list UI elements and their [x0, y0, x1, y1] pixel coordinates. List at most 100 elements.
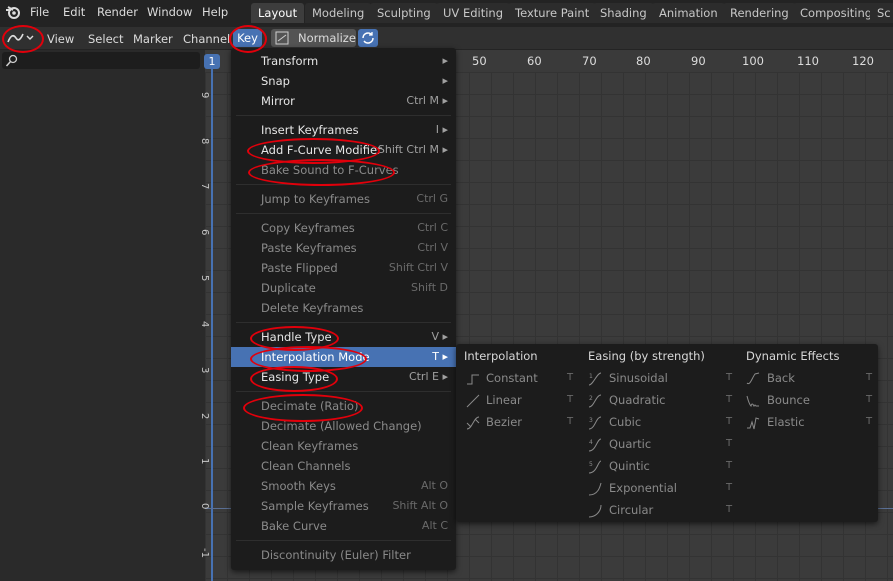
normalize-toggle[interactable]: Normalize: [271, 29, 356, 47]
current-frame-badge[interactable]: 1: [204, 54, 220, 69]
menu-item-copy-keyframes[interactable]: Copy Keyframes Ctrl C: [231, 218, 456, 238]
menu-item-bake-curve[interactable]: Bake Curve Alt C: [231, 516, 456, 536]
submenu-item-cubic[interactable]: Cubic: [609, 415, 641, 429]
linear-icon: [466, 394, 480, 408]
tab-rendering[interactable]: Rendering: [723, 3, 796, 23]
submenu-item-circular[interactable]: Circular: [609, 503, 653, 517]
tab-texture-paint[interactable]: Texture Paint: [508, 3, 597, 23]
menu-item-smooth-keys[interactable]: Smooth Keys Alt O: [231, 476, 456, 496]
submenu-item-sinusoidal[interactable]: Sinusoidal: [609, 371, 668, 385]
menu-item-decimate-allowed-change[interactable]: Decimate (Allowed Change): [231, 416, 456, 436]
menu-separator: [236, 213, 451, 214]
y-label-6: 6: [199, 229, 210, 236]
menu-item-duplicate[interactable]: Duplicate Shift D: [231, 278, 456, 298]
frame-label-120: 120: [852, 54, 874, 68]
menu-separator: [236, 115, 451, 116]
y-label-8: 8: [199, 138, 210, 145]
tab-sculpting[interactable]: Sculpting: [370, 3, 438, 23]
menu-edit[interactable]: Edit: [63, 4, 85, 20]
shortcut-hint: T: [866, 416, 873, 427]
tab-animation[interactable]: Animation: [652, 3, 725, 23]
quadratic-icon: 2: [588, 394, 602, 408]
menu-help[interactable]: Help: [202, 4, 228, 20]
annotation-circle-bake-sound: [248, 159, 395, 186]
menu-window[interactable]: Window: [147, 4, 192, 20]
menu-file[interactable]: File: [30, 4, 49, 20]
menu-select[interactable]: Select: [88, 31, 123, 47]
annotation-circle-key-menu: [229, 25, 267, 53]
submenu-item-back[interactable]: Back: [767, 371, 795, 385]
submenu-item-elastic[interactable]: Elastic: [767, 415, 805, 429]
submenu-item-exponential[interactable]: Exponential: [609, 481, 677, 495]
shortcut-hint: T: [726, 460, 733, 471]
frame-label-100: 100: [742, 54, 764, 68]
menu-item-discontinuity-filter[interactable]: Discontinuity (Euler) Filter: [231, 545, 456, 565]
submenu-item-quartic[interactable]: Quartic: [609, 437, 651, 451]
submenu-item-linear[interactable]: Linear: [486, 393, 522, 407]
frame-label-70: 70: [582, 54, 597, 68]
menu-item-clean-channels[interactable]: Clean Channels: [231, 456, 456, 476]
menu-item-sample-keyframes[interactable]: Sample Keyframes Shift Alt O: [231, 496, 456, 516]
blender-logo-icon[interactable]: [5, 4, 21, 20]
menu-marker[interactable]: Marker: [133, 31, 173, 47]
shortcut-hint: T: [726, 416, 733, 427]
y-label-5: 5: [199, 275, 210, 282]
channel-search-input[interactable]: [2, 52, 200, 69]
menu-render[interactable]: Render: [97, 4, 138, 20]
auto-normalize-button[interactable]: [358, 29, 378, 47]
search-icon: [5, 54, 18, 67]
y-label-1: 1: [199, 458, 210, 465]
normalize-label: Normalize: [298, 31, 356, 45]
quintic-icon: 5: [588, 460, 602, 474]
shortcut-hint: T: [726, 372, 733, 383]
shortcut-hint: T: [567, 416, 574, 427]
svg-text:1: 1: [589, 373, 593, 380]
menu-item-clean-keyframes[interactable]: Clean Keyframes: [231, 436, 456, 456]
tab-shading[interactable]: Shading: [593, 3, 654, 23]
refresh-icon: [362, 32, 374, 44]
tab-compositing[interactable]: Compositing: [793, 3, 880, 23]
shortcut-hint: T: [726, 482, 733, 493]
tab-uv-editing[interactable]: UV Editing: [436, 3, 510, 23]
menu-item-paste-keyframes[interactable]: Paste Keyframes Ctrl V: [231, 238, 456, 258]
submenu-header-interpolation: Interpolation: [464, 349, 538, 363]
normalize-icon: [275, 31, 289, 45]
y-label-0: 0: [199, 503, 210, 510]
submenu-header-dynamic: Dynamic Effects: [746, 349, 840, 363]
back-icon: [746, 372, 760, 385]
menu-separator: [236, 391, 451, 392]
shortcut-hint: T: [866, 372, 873, 383]
menu-item-jump-to-keyframes[interactable]: Jump to Keyframes Ctrl G: [231, 189, 456, 209]
submenu-item-quintic[interactable]: Quintic: [609, 459, 650, 473]
submenu-item-bezier[interactable]: Bezier: [486, 415, 522, 429]
frame-label-80: 80: [636, 54, 651, 68]
tab-layout[interactable]: Layout: [251, 3, 305, 23]
submenu-item-quadratic[interactable]: Quadratic: [609, 393, 666, 407]
sinusoidal-icon: 1: [588, 372, 602, 386]
submenu-item-bounce[interactable]: Bounce: [767, 393, 810, 407]
menu-view[interactable]: View: [47, 31, 74, 47]
frame-label-90: 90: [691, 54, 706, 68]
shortcut-hint: T: [726, 504, 733, 515]
tab-scripting[interactable]: Sc: [870, 3, 893, 23]
playhead-line: [211, 69, 213, 581]
annotation-circle-decimate-ratio: [243, 394, 363, 422]
menu-item-delete-keyframes[interactable]: Delete Keyframes: [231, 298, 456, 318]
menu-item-insert-keyframes[interactable]: Insert Keyframes I ▸: [231, 120, 456, 140]
menu-item-transform[interactable]: Transform ▸: [231, 51, 456, 71]
menu-item-snap[interactable]: Snap ▸: [231, 71, 456, 91]
menu-separator: [236, 322, 451, 323]
menu-item-mirror[interactable]: Mirror Ctrl M ▸: [231, 91, 456, 111]
svg-text:3: 3: [589, 417, 593, 424]
submenu-header-easing: Easing (by strength): [588, 349, 705, 363]
annotation-circle-editor-type: [2, 25, 44, 53]
exponential-icon: [588, 482, 602, 496]
cubic-icon: 3: [588, 416, 602, 430]
menu-item-paste-flipped[interactable]: Paste Flipped Shift Ctrl V: [231, 258, 456, 278]
submenu-item-constant[interactable]: Constant: [486, 371, 538, 385]
menu-channel[interactable]: Channel: [183, 31, 230, 47]
shortcut-hint: T: [567, 372, 574, 383]
tab-modeling[interactable]: Modeling: [305, 3, 372, 23]
quartic-icon: 4: [588, 438, 602, 452]
y-label-4: 4: [199, 321, 210, 328]
